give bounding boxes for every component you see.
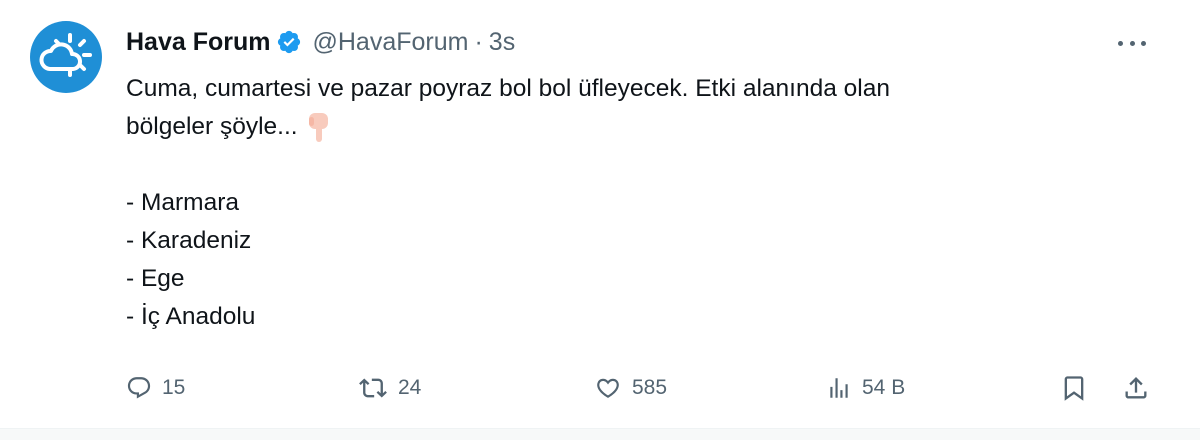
region-item: - Karadeniz: [126, 227, 252, 254]
separator-dot: ·: [474, 27, 483, 56]
pointing-down-icon: [306, 111, 332, 145]
tweet-text: Cuma, cumartesi ve pazar poyraz bol bol …: [126, 70, 1126, 336]
weather-cloud-sun-icon: [39, 33, 92, 77]
verified-badge-icon[interactable]: [276, 29, 302, 55]
share-icon: [1125, 377, 1147, 399]
like-button[interactable]: 585: [594, 366, 667, 410]
timestamp[interactable]: 3s: [489, 28, 515, 57]
author-handle[interactable]: @HavaForum: [312, 28, 468, 57]
text-line-2-text: bölgeler şöyle...: [126, 113, 298, 140]
region-item: - Ege: [126, 265, 185, 292]
views-count: 54 B: [862, 376, 906, 399]
region-item: - İç Anadolu: [126, 303, 256, 330]
action-bar: 15 24 585 54 B: [126, 366, 1166, 410]
text-line-1: Cuma, cumartesi ve pazar poyraz bol bol …: [126, 75, 890, 102]
text-line-2: bölgeler şöyle...: [126, 108, 1126, 146]
author-name[interactable]: Hava Forum: [126, 28, 270, 57]
views-button[interactable]: 54 B: [826, 366, 905, 410]
tweet-card[interactable]: Hava Forum @HavaForum · 3s Cuma, cumarte…: [0, 0, 1200, 429]
views-icon: [830, 378, 848, 398]
share-button[interactable]: [1122, 366, 1150, 410]
region-item: - Marmara: [126, 189, 239, 216]
reply-count: 15: [162, 376, 186, 399]
retweet-icon: [359, 378, 387, 398]
timeline-divider: [0, 429, 1200, 440]
reply-icon: [127, 377, 151, 399]
heart-icon: [597, 378, 619, 398]
more-options-icon[interactable]: [1114, 28, 1150, 58]
bookmark-icon: [1064, 376, 1084, 401]
tweet-header: Hava Forum @HavaForum · 3s: [126, 22, 515, 62]
avatar[interactable]: [30, 21, 102, 93]
retweet-button[interactable]: 24: [358, 366, 421, 410]
reply-button[interactable]: 15: [126, 366, 185, 410]
bookmark-button[interactable]: [1060, 366, 1088, 410]
like-count: 585: [632, 376, 668, 399]
retweet-count: 24: [398, 376, 422, 399]
